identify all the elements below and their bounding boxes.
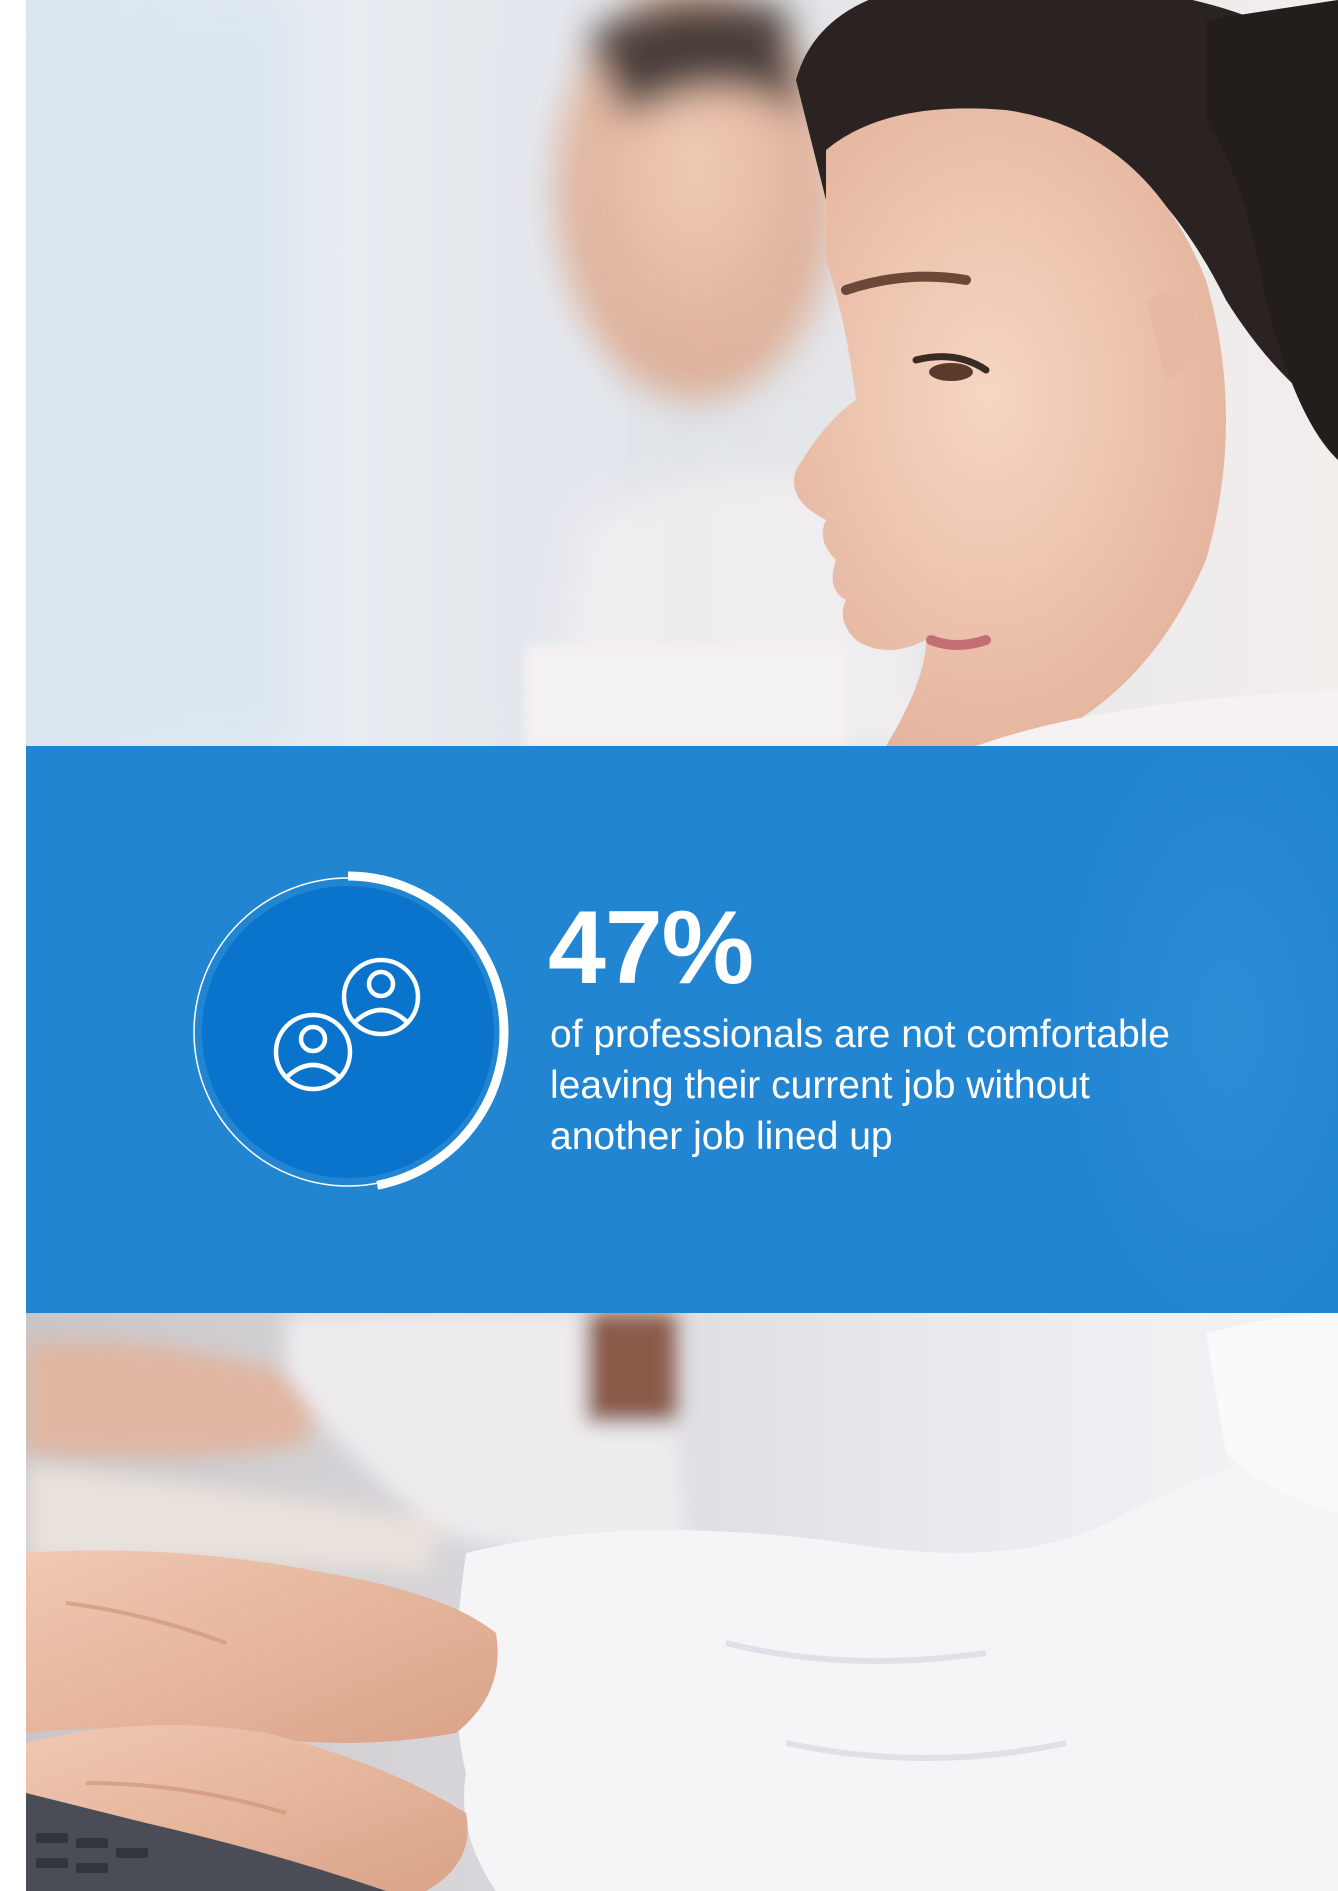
ring-inner-circle bbox=[202, 886, 494, 1178]
stat-value: 47% bbox=[548, 890, 754, 1006]
page: 47% of professionals are not comfortable… bbox=[26, 0, 1338, 1891]
photo-illustration-bottom bbox=[26, 1313, 1338, 1891]
photo-top-office-workers bbox=[26, 0, 1338, 746]
statistic-band: 47% of professionals are not comfortable… bbox=[26, 746, 1338, 1313]
photo-bottom-typing-hands bbox=[26, 1313, 1338, 1891]
progress-ring bbox=[193, 871, 509, 1190]
photo-illustration-top bbox=[26, 0, 1338, 746]
stat-description: of professionals are not comfortable lea… bbox=[550, 1013, 1171, 1158]
